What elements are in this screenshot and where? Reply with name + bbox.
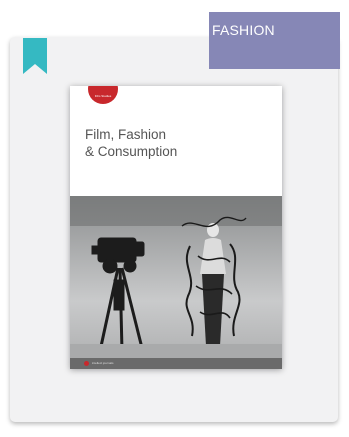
cover-title-line-1: Film, Fashion <box>85 127 167 142</box>
category-label[interactable]: FASHION <box>212 22 275 38</box>
journal-cover[interactable]: Film Studies Film, Fashion & Consumption <box>70 86 282 369</box>
publisher-logo-icon <box>84 361 89 366</box>
bookmark-icon[interactable] <box>23 38 47 74</box>
cover-footer: intellect journals <box>70 358 282 369</box>
cover-badge-text: Film Studies <box>94 94 112 98</box>
category-tab[interactable] <box>209 12 340 69</box>
cover-title: Film, Fashion & Consumption <box>85 126 177 160</box>
cover-footer-text: intellect journals <box>92 361 114 365</box>
cover-title-line-2: & Consumption <box>85 144 178 159</box>
cover-photo <box>70 196 282 358</box>
